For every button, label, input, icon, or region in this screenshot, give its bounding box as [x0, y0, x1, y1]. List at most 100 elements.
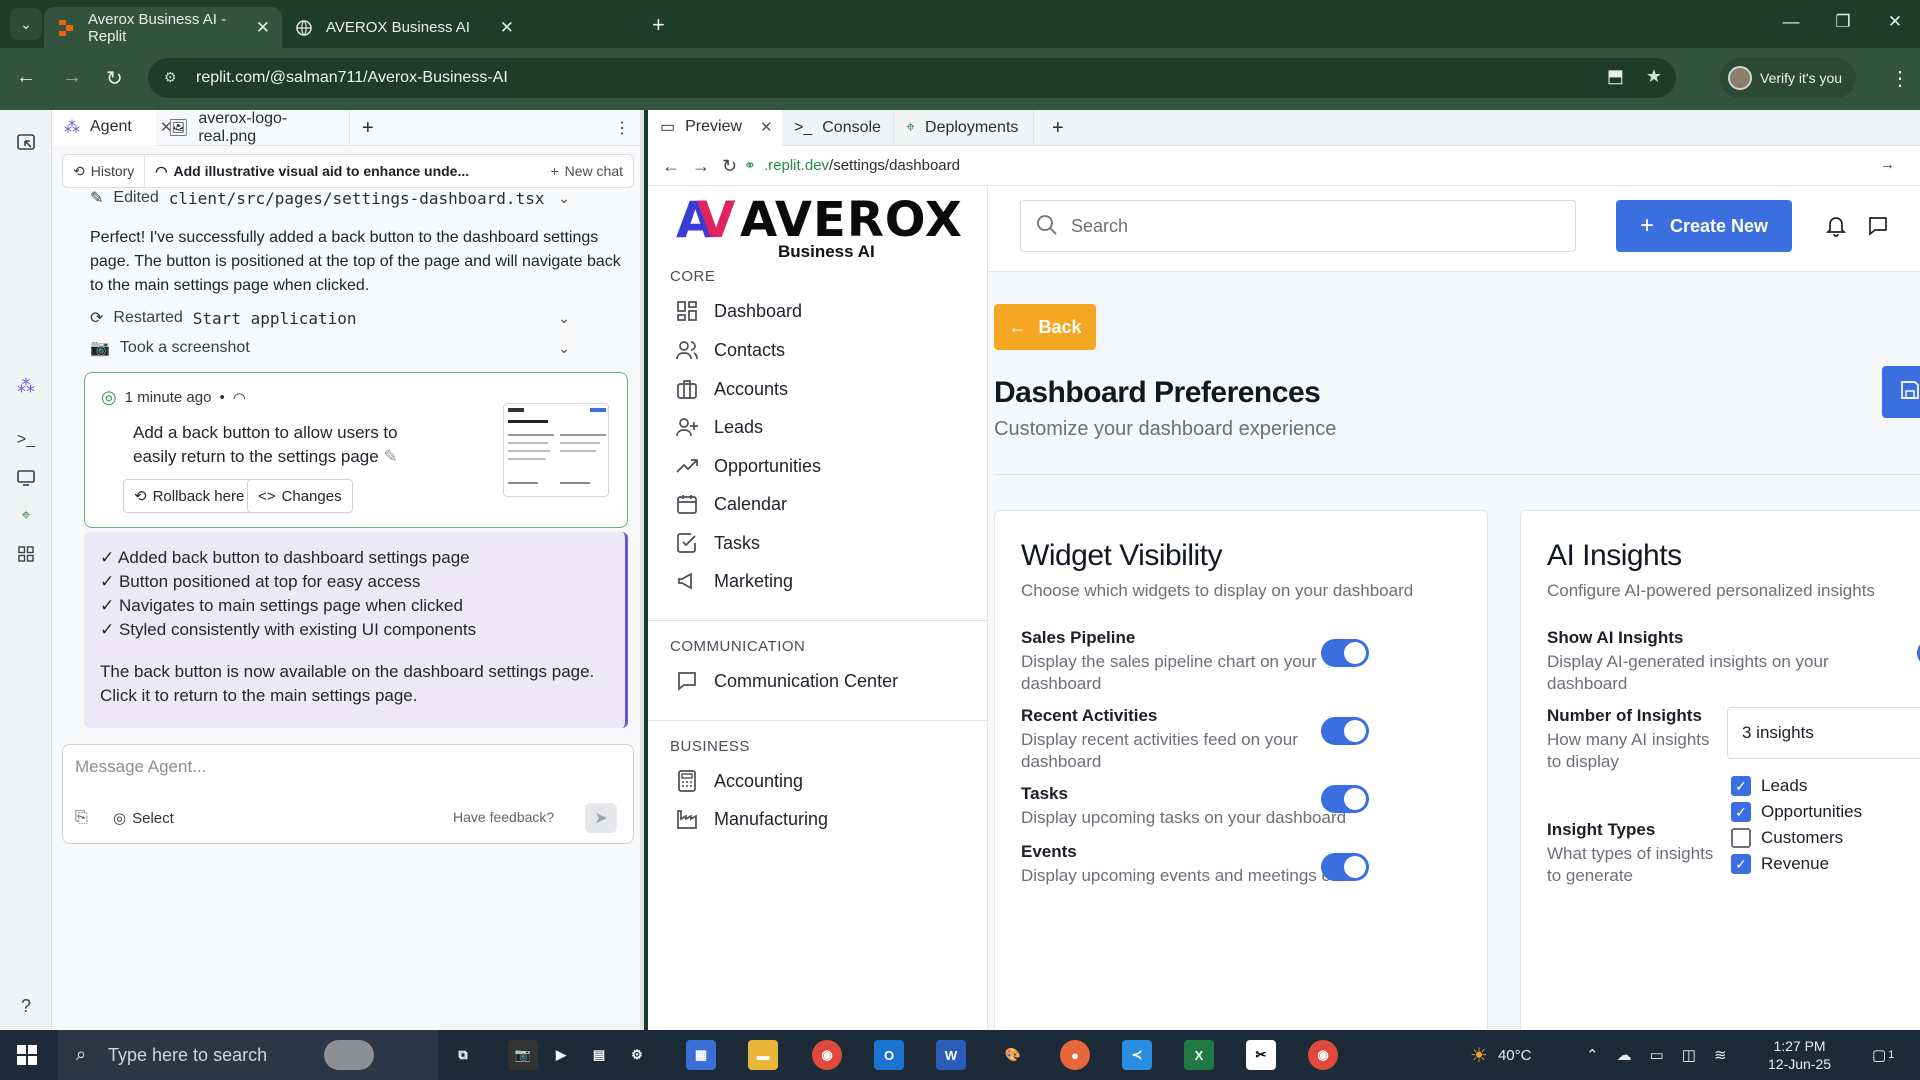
windows-start-icon[interactable] [12, 1040, 42, 1070]
close-window-icon[interactable]: ✕ [1880, 12, 1910, 32]
restarted-row[interactable]: ⟳ Restarted Start application ⌄ [90, 304, 630, 332]
reload-icon[interactable]: ↻ [106, 66, 123, 91]
excel-icon[interactable]: X [1184, 1040, 1214, 1070]
address-bar[interactable]: ⚙ replit.com/@salman711/Averox-Business-… [148, 58, 1676, 98]
toggle-recent-activities[interactable] [1321, 717, 1369, 745]
changes-button[interactable]: <> Changes [247, 479, 353, 513]
thread-title[interactable]: ◠ Add illustrative visual aid to enhance… [145, 163, 540, 180]
browser-tab-replit[interactable]: Averox Business AI - Replit ✕ [44, 7, 282, 48]
deployments-icon[interactable]: ⌖ [14, 504, 38, 528]
settings-gear-icon[interactable]: ⚙ [622, 1040, 652, 1070]
preview-icon[interactable] [14, 466, 38, 490]
chevron-down-icon[interactable]: ⌄ [558, 190, 570, 207]
insights-count-select[interactable]: 3 insights [1727, 707, 1920, 759]
new-chat-button[interactable]: + New chat [540, 163, 633, 179]
agent-icon[interactable]: ⁂ [14, 374, 38, 398]
screenshot-thumbnail[interactable] [503, 403, 609, 497]
weather-widget[interactable]: ☀ 40°C [1470, 1030, 1531, 1080]
file-explorer-icon[interactable]: ▬ [748, 1040, 778, 1070]
checkbox-opportunities[interactable]: ✓ Opportunities [1731, 802, 1862, 822]
nav-accounts[interactable]: Accounts [674, 370, 788, 408]
close-tab-icon[interactable]: ✕ [760, 118, 773, 136]
profile-button[interactable]: Verify it's you [1720, 58, 1857, 98]
chevron-down-icon[interactable]: ⌄ [558, 340, 570, 357]
checkbox-customers[interactable]: Customers [1731, 828, 1843, 848]
close-tab-icon[interactable]: ✕ [256, 18, 270, 38]
capcut-icon[interactable]: ✂ [1246, 1040, 1276, 1070]
chevron-up-icon[interactable]: ⌃ [1586, 1046, 1599, 1064]
chrome-active-icon[interactable]: ◉ [1308, 1040, 1338, 1070]
preview-url[interactable]: .replit.dev/settings/dashboard [764, 157, 960, 174]
screenshot-row[interactable]: 📷 Took a screenshot ⌄ [90, 334, 630, 362]
new-tab-button[interactable]: + [652, 12, 665, 38]
nav-communication-center[interactable]: Communication Center [674, 662, 898, 700]
bookmark-star-icon[interactable]: ★ [1646, 66, 1662, 87]
wifi-icon[interactable]: ≋ [1714, 1046, 1727, 1064]
nav-dashboard[interactable]: Dashboard [674, 292, 802, 330]
firefox-icon[interactable]: ● [1060, 1040, 1090, 1070]
chevron-down-icon[interactable]: ⌄ [558, 310, 570, 327]
restore-icon[interactable]: ❐ [1828, 12, 1858, 32]
reload-icon[interactable]: ↻ [722, 156, 737, 177]
add-tab-button[interactable]: + [350, 110, 386, 146]
bell-icon[interactable] [1824, 214, 1848, 238]
all-tools-icon[interactable] [14, 542, 38, 566]
toggle-tasks[interactable] [1321, 785, 1369, 813]
create-new-button[interactable]: + Create New [1616, 200, 1792, 252]
checkbox-revenue[interactable]: ✓ Revenue [1731, 854, 1829, 874]
device-icon[interactable]: ◫ [1682, 1046, 1696, 1064]
nav-contacts[interactable]: Contacts [674, 331, 785, 369]
nav-tasks[interactable]: Tasks [674, 524, 760, 562]
tab-deployments[interactable]: ⌖ Deployments [894, 110, 1034, 146]
outlook-icon[interactable]: O [874, 1040, 904, 1070]
paint-icon[interactable]: 🎨 [998, 1040, 1028, 1070]
nav-opportunities[interactable]: Opportunities [674, 447, 821, 485]
tab-console[interactable]: >_ Console [782, 110, 894, 146]
nav-manufacturing[interactable]: Manufacturing [674, 800, 828, 838]
battery-icon[interactable]: ▭ [1650, 1046, 1664, 1064]
site-settings-icon[interactable]: ⚙ [164, 69, 177, 86]
word-icon[interactable]: W [936, 1040, 966, 1070]
edited-file-row[interactable]: ✎ Edited client/src/pages/settings-dashb… [90, 184, 630, 212]
nav-calendar[interactable]: Calendar [674, 485, 787, 523]
task-view-icon[interactable]: ⧉ [448, 1040, 478, 1070]
minimize-icon[interactable]: — [1776, 12, 1806, 32]
history-button[interactable]: ⟲ History [63, 155, 146, 187]
add-tab-button[interactable]: + [1040, 110, 1076, 146]
install-app-icon[interactable]: ⬒ [1607, 66, 1624, 87]
back-arrow-icon[interactable]: ← [662, 156, 680, 177]
send-button[interactable]: ➤ [585, 803, 617, 833]
message-icon[interactable] [1866, 214, 1890, 238]
checkbox-leads[interactable]: ✓ Leads [1731, 776, 1807, 796]
search-input[interactable]: Search [1020, 200, 1576, 252]
vscode-icon[interactable]: ≺ [1122, 1040, 1152, 1070]
console-icon[interactable]: >_ [14, 428, 38, 452]
rollback-button[interactable]: ⟲ Rollback here [123, 479, 256, 513]
tab-averox-logo[interactable]: 🖼 averox-logo-real.png [156, 110, 350, 146]
back-button[interactable]: ← Back [994, 304, 1096, 350]
nav-marketing[interactable]: Marketing [674, 562, 793, 600]
tab-preview[interactable]: ▭ Preview ✕ [648, 110, 782, 146]
video-app-icon[interactable]: ▶ [546, 1040, 576, 1070]
camera-app-icon[interactable]: 📷 [508, 1040, 538, 1070]
browser-tab-averox[interactable]: AVEROX Business AI ✕ [282, 7, 526, 48]
nav-accounting[interactable]: Accounting [674, 762, 803, 800]
browser-menu-icon[interactable]: ⋮ [1890, 66, 1910, 91]
forward-arrow-icon[interactable]: → [62, 66, 82, 89]
toggle-events[interactable] [1321, 853, 1369, 881]
select-element-button[interactable]: ◎ Select [113, 809, 174, 828]
nav-leads[interactable]: Leads [674, 408, 763, 446]
files-app-icon[interactable]: ▤ [584, 1040, 614, 1070]
cloud-icon[interactable]: ☁ [1617, 1046, 1632, 1064]
tab-agent[interactable]: ⁂ Agent ✕ [52, 110, 172, 146]
back-arrow-icon[interactable]: ← [16, 66, 36, 89]
open-external-icon[interactable]: → [1880, 156, 1895, 173]
taskbar-search[interactable]: ⌕ Type here to search [58, 1030, 438, 1080]
chrome-icon[interactable]: ◉ [812, 1040, 842, 1070]
panel-menu-icon[interactable]: ⋮ [602, 110, 642, 146]
attach-icon[interactable]: ⎘ [75, 809, 88, 827]
feedback-link[interactable]: Have feedback? [453, 809, 554, 825]
toggle-sales-pipeline[interactable] [1321, 639, 1369, 667]
tab-search-button[interactable]: ⌄ [10, 8, 42, 40]
help-icon[interactable]: ? [14, 994, 38, 1018]
